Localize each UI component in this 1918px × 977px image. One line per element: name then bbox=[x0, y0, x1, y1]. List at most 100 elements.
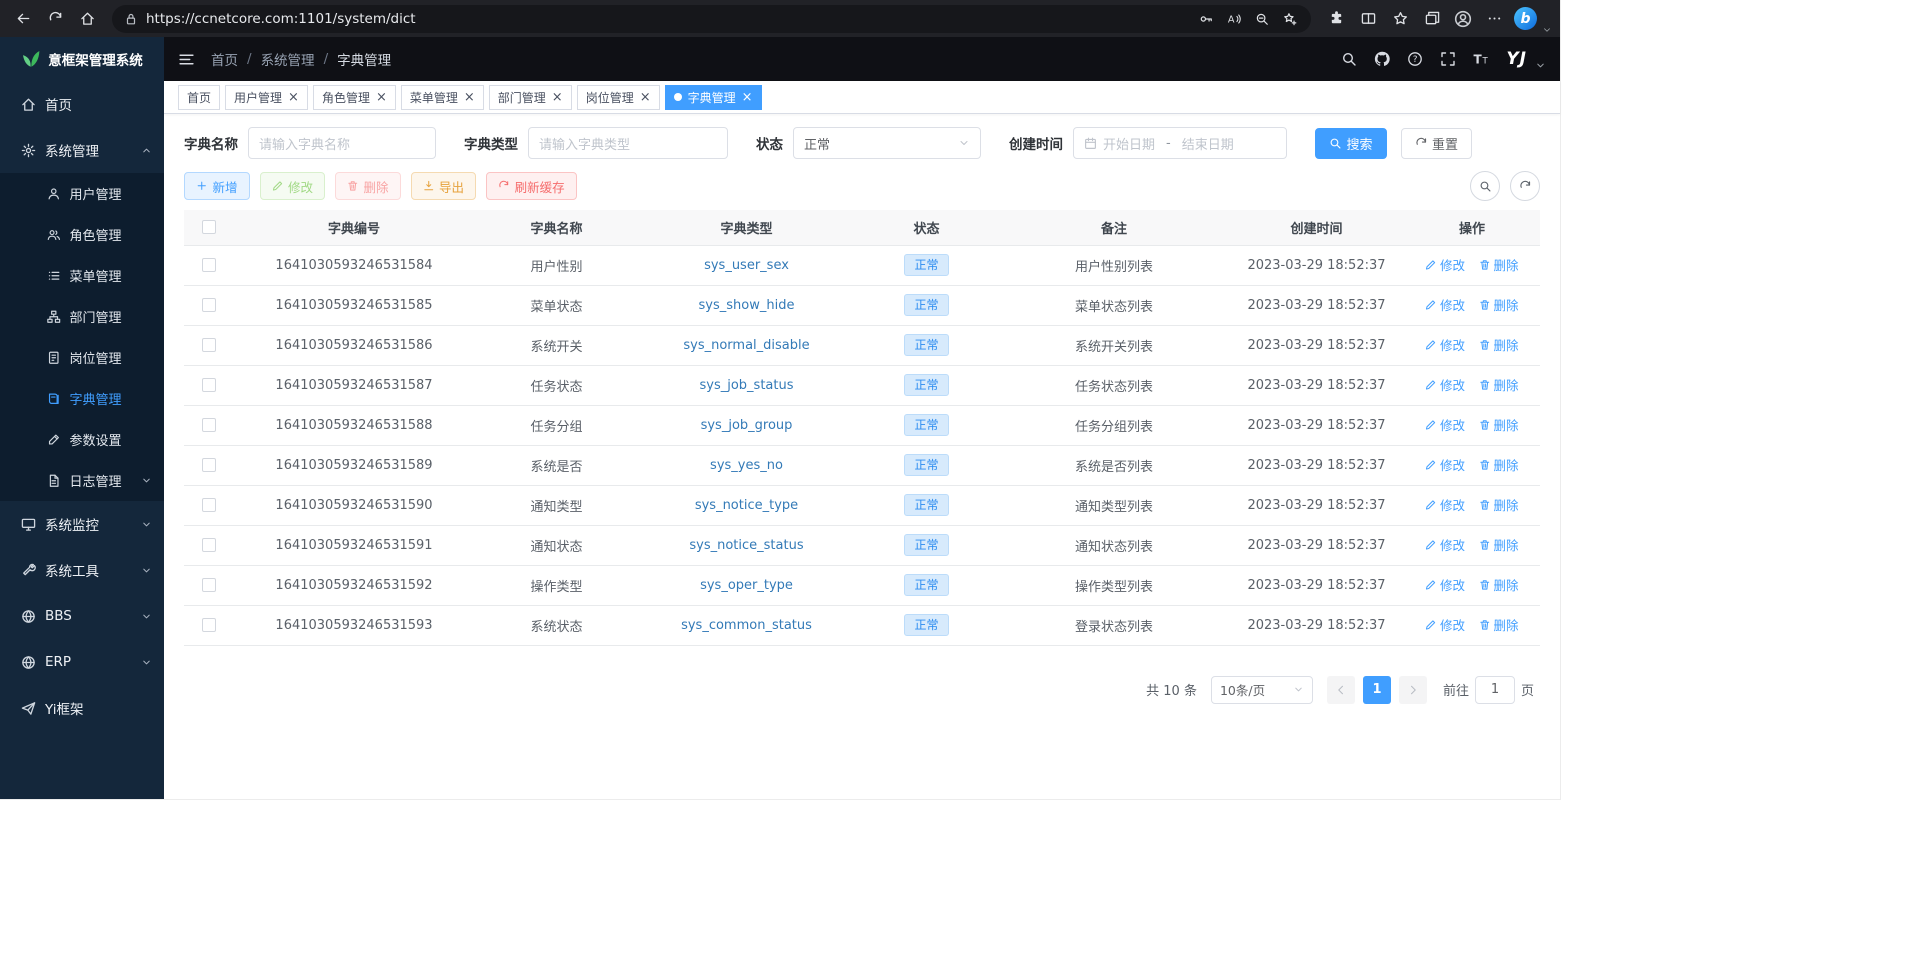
toggle-search-button[interactable] bbox=[1470, 171, 1500, 201]
row-delete-button[interactable]: 删除 bbox=[1479, 255, 1519, 274]
browser-refresh-button[interactable] bbox=[40, 5, 70, 33]
close-tab-icon[interactable]: × bbox=[640, 91, 651, 104]
row-delete-button[interactable]: 删除 bbox=[1479, 575, 1519, 594]
split-screen-icon[interactable] bbox=[1353, 5, 1383, 33]
browser-home-button[interactable] bbox=[72, 5, 102, 33]
read-aloud-icon[interactable]: A bbox=[1221, 7, 1247, 31]
hamburger-icon[interactable] bbox=[178, 51, 195, 68]
close-tab-icon[interactable]: × bbox=[376, 91, 387, 104]
close-tab-icon[interactable]: × bbox=[742, 91, 753, 104]
date-range-picker[interactable]: 开始日期 - 结束日期 bbox=[1073, 127, 1287, 159]
fullscreen-icon[interactable] bbox=[1440, 51, 1456, 67]
dict-type-link[interactable]: sys_notice_status bbox=[689, 538, 803, 553]
dict-type-link[interactable]: sys_show_hide bbox=[699, 298, 795, 313]
sidebar-item-config[interactable]: 参数设置 bbox=[0, 419, 164, 460]
row-edit-button[interactable]: 修改 bbox=[1425, 415, 1465, 434]
row-edit-button[interactable]: 修改 bbox=[1425, 335, 1465, 354]
github-icon[interactable] bbox=[1374, 51, 1390, 67]
favorites-star-icon[interactable] bbox=[1385, 5, 1415, 33]
site-info-lock-icon[interactable] bbox=[124, 12, 138, 26]
delete-button[interactable]: 删除 bbox=[335, 172, 401, 200]
row-delete-button[interactable]: 删除 bbox=[1479, 415, 1519, 434]
row-delete-button[interactable]: 删除 bbox=[1479, 495, 1519, 514]
row-delete-button[interactable]: 删除 bbox=[1479, 375, 1519, 394]
breadcrumb-item[interactable]: 系统管理 bbox=[261, 49, 315, 69]
sidebar-item-dept[interactable]: 部门管理 bbox=[0, 296, 164, 337]
sidebar-item-role[interactable]: 角色管理 bbox=[0, 214, 164, 255]
sidebar-item-dict[interactable]: 字典管理 bbox=[0, 378, 164, 419]
row-checkbox[interactable] bbox=[202, 258, 216, 272]
extensions-puzzle-icon[interactable] bbox=[1321, 5, 1351, 33]
sidebar-item-yi[interactable]: Yi框架 bbox=[0, 685, 164, 731]
refresh-cache-button[interactable]: 刷新缓存 bbox=[486, 172, 577, 200]
sidebar-item-home[interactable]: 首页 bbox=[0, 81, 164, 127]
dict-type-link[interactable]: sys_job_status bbox=[699, 378, 793, 393]
tab-user[interactable]: 用户管理× bbox=[225, 85, 308, 110]
collections-icon[interactable] bbox=[1417, 5, 1447, 33]
dict-type-link[interactable]: sys_oper_type bbox=[700, 578, 793, 593]
refresh-table-button[interactable] bbox=[1510, 171, 1540, 201]
page-number-button[interactable]: 1 bbox=[1363, 676, 1391, 704]
breadcrumb-item[interactable]: 字典管理 bbox=[337, 49, 391, 69]
password-key-icon[interactable] bbox=[1193, 7, 1219, 31]
sidebar-item-log[interactable]: 日志管理 bbox=[0, 460, 164, 501]
row-checkbox[interactable] bbox=[202, 538, 216, 552]
sidebar-item-monitor[interactable]: 系统监控 bbox=[0, 501, 164, 547]
row-edit-button[interactable]: 修改 bbox=[1425, 255, 1465, 274]
page-size-select[interactable]: 10条/页 bbox=[1211, 676, 1313, 704]
row-delete-button[interactable]: 删除 bbox=[1479, 615, 1519, 634]
row-checkbox[interactable] bbox=[202, 458, 216, 472]
row-edit-button[interactable]: 修改 bbox=[1425, 615, 1465, 634]
row-edit-button[interactable]: 修改 bbox=[1425, 495, 1465, 514]
sidebar-item-tool[interactable]: 系统工具 bbox=[0, 547, 164, 593]
dict-type-link[interactable]: sys_notice_type bbox=[695, 498, 798, 513]
close-tab-icon[interactable]: × bbox=[288, 91, 299, 104]
sidebar-item-erp[interactable]: ERP bbox=[0, 639, 164, 685]
sidebar-item-post[interactable]: 岗位管理 bbox=[0, 337, 164, 378]
row-edit-button[interactable]: 修改 bbox=[1425, 575, 1465, 594]
dict-type-input[interactable]: 请输入字典类型 bbox=[528, 127, 728, 159]
select-all-checkbox[interactable] bbox=[202, 220, 216, 234]
breadcrumb-item[interactable]: 首页 bbox=[211, 49, 238, 69]
row-checkbox[interactable] bbox=[202, 338, 216, 352]
status-select[interactable]: 正常 bbox=[793, 127, 981, 159]
row-checkbox[interactable] bbox=[202, 498, 216, 512]
dict-type-link[interactable]: sys_user_sex bbox=[704, 258, 789, 273]
row-delete-button[interactable]: 删除 bbox=[1479, 535, 1519, 554]
font-size-icon[interactable]: TT bbox=[1473, 51, 1489, 67]
add-button[interactable]: 新增 bbox=[184, 172, 250, 200]
export-button[interactable]: 导出 bbox=[411, 172, 477, 200]
user-menu-caret-icon[interactable] bbox=[1535, 60, 1546, 71]
user-avatar-logo[interactable]: YJ bbox=[1506, 49, 1527, 69]
row-edit-button[interactable]: 修改 bbox=[1425, 375, 1465, 394]
browser-back-button[interactable] bbox=[8, 5, 38, 33]
tab-menu[interactable]: 菜单管理× bbox=[401, 85, 484, 110]
sidebar-item-bbs[interactable]: BBS bbox=[0, 593, 164, 639]
dict-type-link[interactable]: sys_normal_disable bbox=[683, 338, 809, 353]
search-button[interactable]: 搜索 bbox=[1315, 128, 1387, 159]
tab-dept[interactable]: 部门管理× bbox=[489, 85, 572, 110]
goto-page-input[interactable] bbox=[1475, 676, 1515, 704]
dict-type-link[interactable]: sys_common_status bbox=[681, 618, 812, 633]
tab-post[interactable]: 岗位管理× bbox=[577, 85, 660, 110]
row-checkbox[interactable] bbox=[202, 418, 216, 432]
row-edit-button[interactable]: 修改 bbox=[1425, 535, 1465, 554]
next-page-button[interactable] bbox=[1399, 676, 1427, 704]
zoom-out-icon[interactable] bbox=[1249, 7, 1275, 31]
dict-type-link[interactable]: sys_yes_no bbox=[710, 458, 783, 473]
dict-type-link[interactable]: sys_job_group bbox=[701, 418, 793, 433]
address-bar[interactable]: https://ccnetcore.com:1101/system/dict A bbox=[112, 5, 1311, 33]
bing-copilot-icon[interactable]: b bbox=[1514, 7, 1537, 30]
tab-role[interactable]: 角色管理× bbox=[313, 85, 396, 110]
row-delete-button[interactable]: 删除 bbox=[1479, 335, 1519, 354]
browser-menu-dots-icon[interactable] bbox=[1479, 5, 1509, 33]
row-delete-button[interactable]: 删除 bbox=[1479, 295, 1519, 314]
edit-button[interactable]: 修改 bbox=[260, 172, 326, 200]
sidebar-item-user[interactable]: 用户管理 bbox=[0, 173, 164, 214]
sidebar-item-system[interactable]: 系统管理 bbox=[0, 127, 164, 173]
close-tab-icon[interactable]: × bbox=[552, 91, 563, 104]
sidebar-caret-icon[interactable] bbox=[1542, 25, 1552, 35]
add-favorite-star-icon[interactable] bbox=[1277, 7, 1303, 31]
sidebar-item-menu[interactable]: 菜单管理 bbox=[0, 255, 164, 296]
row-delete-button[interactable]: 删除 bbox=[1479, 455, 1519, 474]
